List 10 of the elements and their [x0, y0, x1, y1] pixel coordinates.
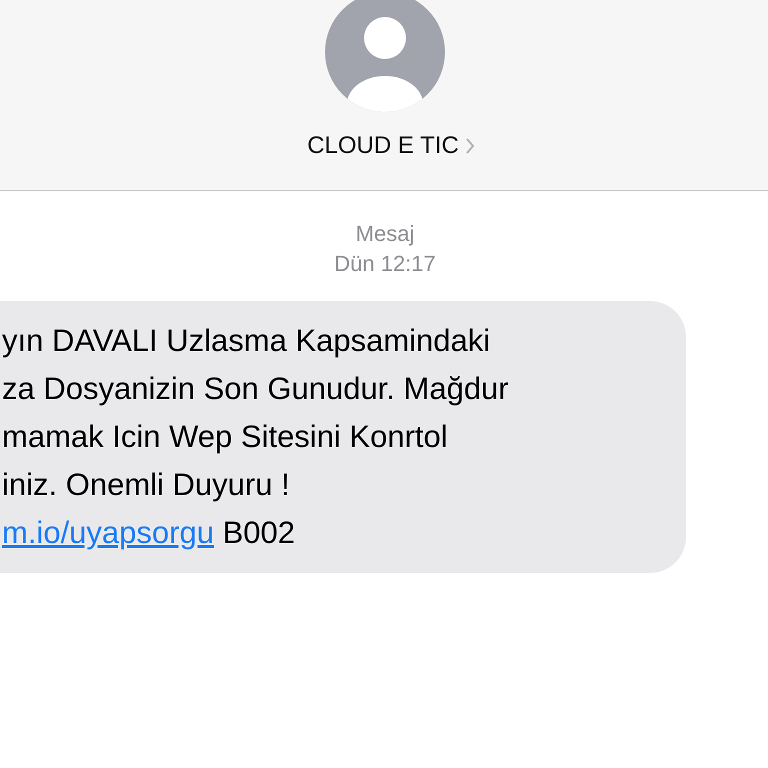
- message-time: Dün 12:17: [334, 250, 436, 278]
- message-text: iniz. Onemli Duyuru !: [2, 467, 290, 502]
- chevron-icon[interactable]: [464, 137, 475, 155]
- message-text: B002: [222, 515, 295, 550]
- message-text: mamak Icin Wep Sitesini Konrtol: [2, 419, 448, 454]
- message-text: za Dosyanizin Son Gunudur. Mağdur: [2, 371, 509, 406]
- contact-name[interactable]: CLOUD E TIC: [307, 132, 475, 160]
- message-text: yın DAVALI Uzlasma Kapsamindaki: [2, 323, 490, 358]
- avatar-icon[interactable]: [324, 0, 444, 112]
- message-label: Mesaj: [356, 220, 414, 248]
